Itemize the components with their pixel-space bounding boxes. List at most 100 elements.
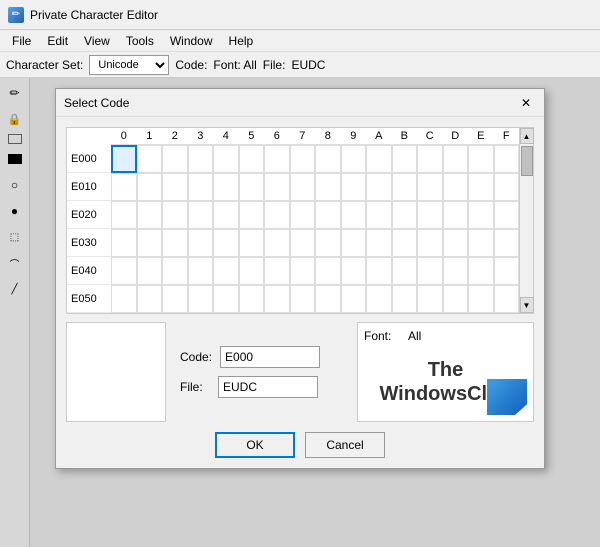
grid-cell-E030-D[interactable] (443, 229, 469, 257)
grid-cell-E000-2[interactable] (162, 145, 188, 173)
grid-cell-E000-1[interactable] (137, 145, 163, 173)
grid-cell-E020-8[interactable] (315, 201, 341, 229)
grid-cell-E030-A[interactable] (366, 229, 392, 257)
grid-cell-E030-5[interactable] (239, 229, 265, 257)
grid-cell-E050-2[interactable] (162, 285, 188, 313)
grid-cell-E020-0[interactable] (111, 201, 137, 229)
grid-cell-E040-8[interactable] (315, 257, 341, 285)
grid-cell-E020-7[interactable] (290, 201, 316, 229)
grid-cell-E040-3[interactable] (188, 257, 214, 285)
grid-cell-E020-6[interactable] (264, 201, 290, 229)
grid-cell-E020-4[interactable] (213, 201, 239, 229)
grid-cell-E050-4[interactable] (213, 285, 239, 313)
grid-cell-E040-6[interactable] (264, 257, 290, 285)
grid-cell-E050-5[interactable] (239, 285, 265, 313)
grid-cell-E030-B[interactable] (392, 229, 418, 257)
grid-cell-E050-1[interactable] (137, 285, 163, 313)
file-field-value[interactable]: EUDC (218, 376, 318, 398)
grid-cell-E010-9[interactable] (341, 173, 367, 201)
grid-cell-E050-8[interactable] (315, 285, 341, 313)
grid-cell-E020-E[interactable] (468, 201, 494, 229)
grid-cell-E030-8[interactable] (315, 229, 341, 257)
grid-cell-E000-E[interactable] (468, 145, 494, 173)
grid-cell-E050-0[interactable] (111, 285, 137, 313)
grid-cell-E020-1[interactable] (137, 201, 163, 229)
ok-button[interactable]: OK (215, 432, 295, 458)
grid-cell-E010-8[interactable] (315, 173, 341, 201)
grid-cell-E000-8[interactable] (315, 145, 341, 173)
grid-cell-E010-5[interactable] (239, 173, 265, 201)
grid-cell-E030-C[interactable] (417, 229, 443, 257)
grid-cell-E040-7[interactable] (290, 257, 316, 285)
grid-cell-E010-7[interactable] (290, 173, 316, 201)
grid-cell-E050-9[interactable] (341, 285, 367, 313)
menu-help[interactable]: Help (221, 32, 262, 50)
dialog-close-button[interactable]: ✕ (516, 93, 536, 113)
grid-cell-E020-2[interactable] (162, 201, 188, 229)
menu-view[interactable]: View (76, 32, 118, 50)
grid-cell-E040-1[interactable] (137, 257, 163, 285)
grid-cell-E020-3[interactable] (188, 201, 214, 229)
grid-cell-E000-4[interactable] (213, 145, 239, 173)
grid-cell-E000-9[interactable] (341, 145, 367, 173)
cancel-button[interactable]: Cancel (305, 432, 385, 458)
charset-select[interactable]: Unicode Big5 (89, 55, 169, 75)
grid-cell-E030-4[interactable] (213, 229, 239, 257)
grid-cell-E000-3[interactable] (188, 145, 214, 173)
grid-cell-E050-6[interactable] (264, 285, 290, 313)
grid-cell-E000-F[interactable] (494, 145, 520, 173)
scroll-up-arrow[interactable]: ▲ (520, 128, 534, 144)
grid-cell-E050-E[interactable] (468, 285, 494, 313)
grid-cell-E020-A[interactable] (366, 201, 392, 229)
grid-cell-E050-B[interactable] (392, 285, 418, 313)
grid-cell-E040-F[interactable] (494, 257, 520, 285)
grid-cell-E010-E[interactable] (468, 173, 494, 201)
grid-cell-E030-F[interactable] (494, 229, 520, 257)
grid-cell-E010-0[interactable] (111, 173, 137, 201)
menu-window[interactable]: Window (162, 32, 221, 50)
grid-cell-E050-F[interactable] (494, 285, 520, 313)
grid-cell-E040-A[interactable] (366, 257, 392, 285)
grid-cell-E040-C[interactable] (417, 257, 443, 285)
grid-cell-E020-9[interactable] (341, 201, 367, 229)
menu-tools[interactable]: Tools (118, 32, 162, 50)
grid-cell-E000-6[interactable] (264, 145, 290, 173)
grid-cell-E050-3[interactable] (188, 285, 214, 313)
grid-cell-E050-A[interactable] (366, 285, 392, 313)
grid-cell-E040-2[interactable] (162, 257, 188, 285)
grid-cell-E020-D[interactable] (443, 201, 469, 229)
menu-file[interactable]: File (4, 32, 39, 50)
grid-cell-E030-6[interactable] (264, 229, 290, 257)
grid-cell-E010-1[interactable] (137, 173, 163, 201)
grid-cell-E000-A[interactable] (366, 145, 392, 173)
grid-cell-E040-4[interactable] (213, 257, 239, 285)
grid-cell-E040-9[interactable] (341, 257, 367, 285)
grid-cell-E030-0[interactable] (111, 229, 137, 257)
grid-cell-E010-B[interactable] (392, 173, 418, 201)
grid-cell-E000-C[interactable] (417, 145, 443, 173)
scroll-thumb[interactable] (521, 146, 533, 176)
grid-cell-E000-0[interactable] (111, 145, 137, 173)
grid-cell-E030-2[interactable] (162, 229, 188, 257)
grid-cell-E010-F[interactable] (494, 173, 520, 201)
grid-cell-E010-3[interactable] (188, 173, 214, 201)
grid-cell-E000-D[interactable] (443, 145, 469, 173)
grid-cell-E010-2[interactable] (162, 173, 188, 201)
grid-cell-E000-5[interactable] (239, 145, 265, 173)
grid-cell-E050-7[interactable] (290, 285, 316, 313)
code-field-value[interactable]: E000 (220, 346, 320, 368)
grid-cell-E030-9[interactable] (341, 229, 367, 257)
grid-cell-E050-D[interactable] (443, 285, 469, 313)
grid-cell-E030-3[interactable] (188, 229, 214, 257)
grid-cell-E040-E[interactable] (468, 257, 494, 285)
scroll-down-arrow[interactable]: ▼ (520, 297, 534, 313)
grid-cell-E040-B[interactable] (392, 257, 418, 285)
grid-cell-E020-5[interactable] (239, 201, 265, 229)
grid-cell-E030-7[interactable] (290, 229, 316, 257)
grid-cell-E040-0[interactable] (111, 257, 137, 285)
grid-cell-E040-D[interactable] (443, 257, 469, 285)
grid-cell-E010-A[interactable] (366, 173, 392, 201)
grid-cell-E000-7[interactable] (290, 145, 316, 173)
grid-cell-E010-4[interactable] (213, 173, 239, 201)
grid-cell-E010-D[interactable] (443, 173, 469, 201)
